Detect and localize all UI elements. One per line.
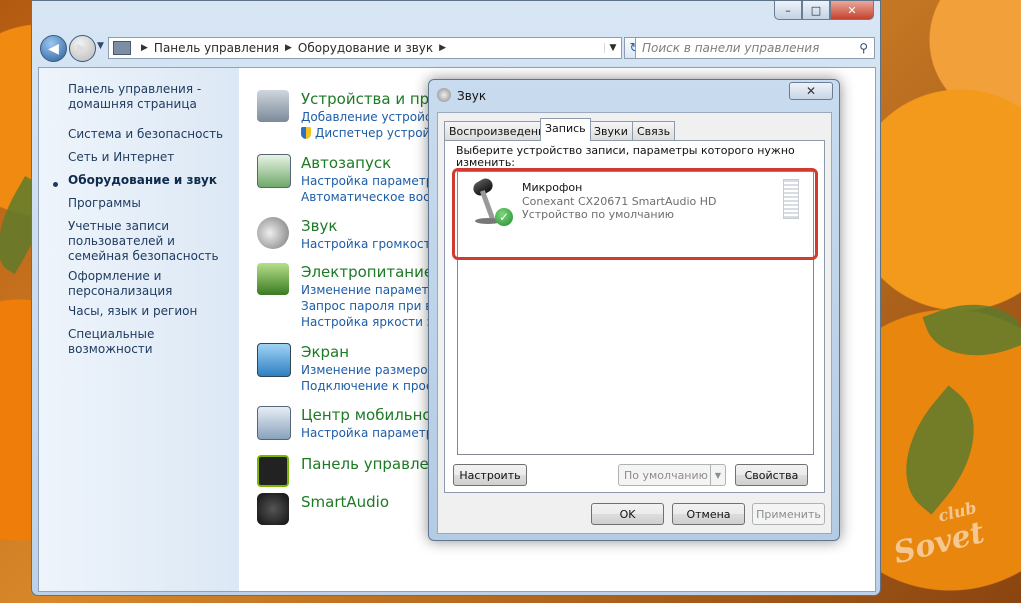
list-item[interactable]: ✓ Микрофон Conexant CX20671 SmartAudio H… xyxy=(452,168,818,260)
arrow-left-icon: ◀ xyxy=(48,40,59,57)
properties-button[interactable]: Свойства xyxy=(735,464,808,486)
recording-tab-panel: Выберите устройство записи, параметры ко… xyxy=(444,140,825,493)
breadcrumb-hardware-sound[interactable]: Оборудование и звук xyxy=(298,41,433,55)
category-title[interactable]: Электропитание xyxy=(301,263,433,281)
arrow-right-icon: ▶ xyxy=(77,40,88,57)
active-bullet-icon xyxy=(53,182,58,187)
control-panel-icon xyxy=(113,41,131,55)
power-options-icon[interactable] xyxy=(257,263,289,295)
nav-clock-language[interactable]: Часы, язык и регион xyxy=(68,304,238,319)
breadcrumb-control-panel[interactable]: Панель управления xyxy=(154,41,279,55)
uac-shield-icon xyxy=(301,127,311,139)
window-controls: – □ ✕ xyxy=(774,1,874,20)
search-placeholder: Поиск в панели управления xyxy=(642,41,820,55)
minimize-button[interactable]: – xyxy=(774,1,802,20)
device-status: Устройство по умолчанию xyxy=(522,208,675,221)
chevron-right-icon[interactable]: ▶ xyxy=(141,43,148,53)
back-button[interactable]: ◀ xyxy=(40,35,67,62)
configure-button[interactable]: Настроить xyxy=(453,464,527,486)
nav-network-internet[interactable]: Сеть и Интернет xyxy=(68,150,238,165)
recent-pages-dropdown[interactable]: ▼ xyxy=(97,41,104,51)
device-name: Микрофон xyxy=(522,181,583,194)
tab-communications[interactable]: Связь xyxy=(632,121,676,140)
left-navigation-pane: Панель управления - домашняя страница Си… xyxy=(39,68,239,591)
maximize-button[interactable]: □ xyxy=(802,1,830,20)
mobility-center-icon[interactable] xyxy=(257,406,291,440)
tab-recording[interactable]: Запись xyxy=(540,118,591,141)
chevron-right-icon[interactable]: ▶ xyxy=(285,43,292,53)
nav-home[interactable]: Панель управления - домашняя страница xyxy=(68,82,238,112)
background-leaf xyxy=(877,385,1003,515)
device-description: Conexant CX20671 SmartAudio HD xyxy=(522,195,717,208)
speaker-icon[interactable] xyxy=(257,217,289,249)
microphone-icon: ✓ xyxy=(467,175,513,226)
dialog-title: Звук xyxy=(457,89,487,103)
category-title[interactable]: Звук xyxy=(301,217,337,235)
navigation-bar: ◀ ▶ ▼ ▶ Панель управления ▶ Оборудование… xyxy=(38,34,875,62)
chevron-down-icon[interactable]: ▼ xyxy=(604,43,621,53)
category-link[interactable]: Настройка громкости xyxy=(301,237,438,251)
smartaudio-icon[interactable] xyxy=(257,493,289,525)
sound-dialog-icon xyxy=(437,88,451,102)
devices-printers-icon[interactable] xyxy=(257,90,289,122)
nav-system-security[interactable]: Система и безопасность xyxy=(68,127,238,142)
chevron-right-icon[interactable]: ▶ xyxy=(439,43,446,53)
background-leaf xyxy=(922,286,1021,374)
category-link[interactable]: Настройка параметров xyxy=(301,174,448,188)
dialog-close-button[interactable]: ✕ xyxy=(789,82,833,100)
watermark-logo: club Sovet xyxy=(890,497,988,572)
search-input[interactable]: Поиск в панели управления ⚲ xyxy=(635,37,875,59)
sound-dialog: Звук ✕ Воспроизведение Запись Звуки Связ… xyxy=(428,79,840,541)
green-check-icon: ✓ xyxy=(495,208,513,226)
category-link[interactable]: Настройка параметров xyxy=(301,426,448,440)
nvidia-icon[interactable] xyxy=(257,455,289,487)
recording-device-list[interactable]: ✓ Микрофон Conexant CX20671 SmartAudio H… xyxy=(452,168,818,455)
apply-button[interactable]: Применить xyxy=(752,503,825,525)
tab-sounds[interactable]: Звуки xyxy=(589,121,633,140)
search-icon[interactable]: ⚲ xyxy=(859,41,868,55)
cancel-button[interactable]: Отмена xyxy=(672,503,745,525)
address-bar[interactable]: ▶ Панель управления ▶ Оборудование и зву… xyxy=(108,37,622,59)
close-button[interactable]: ✕ xyxy=(830,1,874,20)
display-icon[interactable] xyxy=(257,343,291,377)
dialog-body: Воспроизведение Запись Звуки Связь Выбер… xyxy=(437,112,832,534)
set-default-button[interactable]: По умолчанию ▼ xyxy=(618,464,726,486)
instruction-text: Выберите устройство записи, параметры ко… xyxy=(456,144,795,169)
ok-button[interactable]: OK xyxy=(591,503,664,525)
nav-appearance[interactable]: Оформление и персонализация xyxy=(68,269,238,299)
level-meter xyxy=(783,179,799,219)
nav-hardware-sound[interactable]: Оборудование и звук xyxy=(68,173,238,188)
chevron-down-icon[interactable]: ▼ xyxy=(710,465,725,485)
forward-button[interactable]: ▶ xyxy=(69,35,96,62)
category-title[interactable]: SmartAudio xyxy=(301,493,389,511)
nav-ease-of-access[interactable]: Специальные возможности xyxy=(68,327,238,357)
category-title[interactable]: Автозапуск xyxy=(301,154,391,172)
nav-user-accounts[interactable]: Учетные записи пользователей и семейная … xyxy=(68,219,238,264)
autoplay-icon[interactable] xyxy=(257,154,291,188)
nav-programs[interactable]: Программы xyxy=(68,196,238,211)
category-title[interactable]: Экран xyxy=(301,343,349,361)
